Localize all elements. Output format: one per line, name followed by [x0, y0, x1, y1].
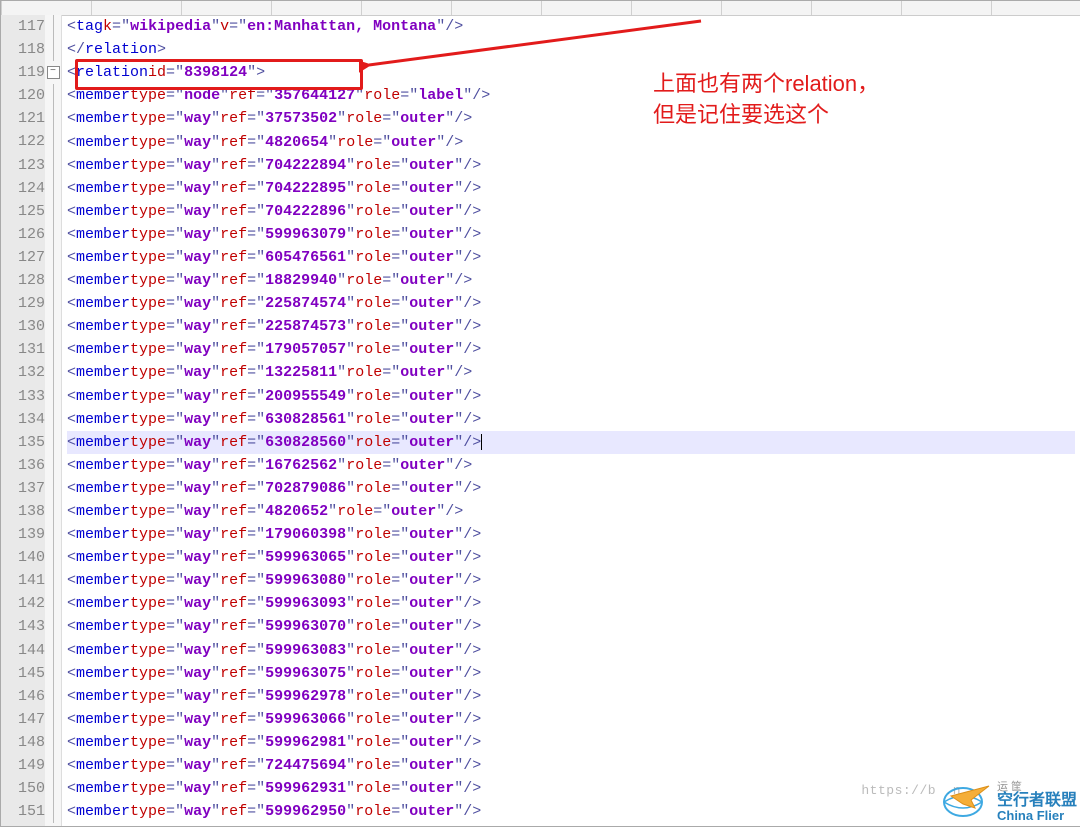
- line-number: 122: [1, 130, 51, 153]
- line-number: 126: [1, 223, 51, 246]
- code-line[interactable]: <member type="way" ref="179060398" role=…: [67, 523, 1075, 546]
- code-line[interactable]: <member type="way" ref="599962950" role=…: [67, 800, 1075, 823]
- code-line[interactable]: <member type="way" ref="16762562" role="…: [67, 454, 1075, 477]
- code-line[interactable]: <member type="way" ref="37573502" role="…: [67, 107, 1075, 130]
- line-number: 145: [1, 662, 51, 685]
- code-editor[interactable]: 1171181191201211221231241251261271281291…: [0, 0, 1080, 827]
- line-number: 125: [1, 200, 51, 223]
- line-number: 131: [1, 338, 51, 361]
- code-line[interactable]: <member type="way" ref="13225811" role="…: [67, 361, 1075, 384]
- line-number: 136: [1, 454, 51, 477]
- code-line[interactable]: <member type="way" ref="599963093" role=…: [67, 592, 1075, 615]
- line-number: 118: [1, 38, 51, 61]
- line-number: 144: [1, 639, 51, 662]
- line-number: 146: [1, 685, 51, 708]
- line-number: 150: [1, 777, 51, 800]
- code-line[interactable]: <tag k="wikipedia" v="en:Manhattan, Mont…: [67, 15, 1075, 38]
- line-number: 141: [1, 569, 51, 592]
- code-line[interactable]: <member type="way" ref="225874573" role=…: [67, 315, 1075, 338]
- code-line[interactable]: <member type="way" ref="18829940" role="…: [67, 269, 1075, 292]
- code-line[interactable]: <member type="way" ref="599963070" role=…: [67, 615, 1075, 638]
- line-number: 121: [1, 107, 51, 130]
- line-number-gutter[interactable]: 1171181191201211221231241251261271281291…: [1, 15, 46, 826]
- code-line[interactable]: <member type="way" ref="630828561" role=…: [67, 408, 1075, 431]
- line-number: 135: [1, 431, 51, 454]
- globe-plane-icon: [941, 782, 993, 822]
- line-number: 119: [1, 61, 51, 84]
- line-number: 120: [1, 84, 51, 107]
- code-line[interactable]: <member type="node" ref="357644127" role…: [67, 84, 1075, 107]
- line-number: 137: [1, 477, 51, 500]
- code-line[interactable]: <member type="way" ref="599962981" role=…: [67, 731, 1075, 754]
- code-line[interactable]: <member type="way" ref="704222894" role=…: [67, 154, 1075, 177]
- line-number: 142: [1, 592, 51, 615]
- watermark-brand-en: China Flier: [997, 809, 1077, 822]
- watermark-brand-cn: 空行者联盟: [997, 793, 1077, 809]
- line-number: 129: [1, 292, 51, 315]
- code-line[interactable]: <member type="way" ref="200955549" role=…: [67, 385, 1075, 408]
- code-line[interactable]: <member type="way" ref="599963066" role=…: [67, 708, 1075, 731]
- code-line[interactable]: <member type="way" ref="702879086" role=…: [67, 477, 1075, 500]
- code-line[interactable]: <member type="way" ref="599963065" role=…: [67, 546, 1075, 569]
- ruler: [1, 1, 1080, 16]
- code-line[interactable]: <member type="way" ref="4820654" role="o…: [67, 130, 1075, 153]
- line-number: 132: [1, 361, 51, 384]
- line-number: 117: [1, 15, 51, 38]
- line-number: 128: [1, 269, 51, 292]
- code-line[interactable]: <member type="way" ref="704222896" role=…: [67, 200, 1075, 223]
- annotation-line-2: 但是记住要选这个: [653, 100, 879, 131]
- code-area[interactable]: <tag k="wikipedia" v="en:Manhattan, Mont…: [61, 15, 1080, 826]
- line-number: 147: [1, 708, 51, 731]
- line-number: 149: [1, 754, 51, 777]
- annotation-line-1: 上面也有两个relation，: [653, 69, 879, 100]
- line-number: 134: [1, 408, 51, 431]
- code-line[interactable]: <member type="way" ref="225874574" role=…: [67, 292, 1075, 315]
- code-line[interactable]: <member type="way" ref="599963080" role=…: [67, 569, 1075, 592]
- code-line[interactable]: <member type="way" ref="599963079" role=…: [67, 223, 1075, 246]
- line-number: 148: [1, 731, 51, 754]
- line-number: 127: [1, 246, 51, 269]
- line-number: 130: [1, 315, 51, 338]
- code-line[interactable]: <member type="way" ref="599963075" role=…: [67, 662, 1075, 685]
- annotation-text: 上面也有两个relation， 但是记住要选这个: [653, 69, 879, 131]
- line-number: 151: [1, 800, 51, 823]
- line-number: 133: [1, 385, 51, 408]
- code-line[interactable]: <member type="way" ref="179057057" role=…: [67, 338, 1075, 361]
- line-number: 140: [1, 546, 51, 569]
- line-number: 139: [1, 523, 51, 546]
- code-line[interactable]: <member type="way" ref="605476561" role=…: [67, 246, 1075, 269]
- code-line[interactable]: <member type="way" ref="599963083" role=…: [67, 639, 1075, 662]
- code-line[interactable]: <member type="way" ref="704222895" role=…: [67, 177, 1075, 200]
- line-number: 138: [1, 500, 51, 523]
- fold-toggle-icon[interactable]: −: [47, 66, 60, 79]
- code-line[interactable]: <member type="way" ref="599962978" role=…: [67, 685, 1075, 708]
- line-number: 124: [1, 177, 51, 200]
- code-line[interactable]: </relation>: [67, 38, 1075, 61]
- watermark: 运 筐 空行者联盟 China Flier: [941, 782, 1077, 822]
- code-line[interactable]: <member type="way" ref="4820652" role="o…: [67, 500, 1075, 523]
- code-line[interactable]: <relation id="8398124">: [67, 61, 1075, 84]
- line-number: 123: [1, 154, 51, 177]
- code-line[interactable]: <member type="way" ref="630828560" role=…: [67, 431, 1075, 454]
- fold-gutter[interactable]: −: [45, 15, 62, 826]
- line-number: 143: [1, 615, 51, 638]
- code-line[interactable]: <member type="way" ref="724475694" role=…: [67, 754, 1075, 777]
